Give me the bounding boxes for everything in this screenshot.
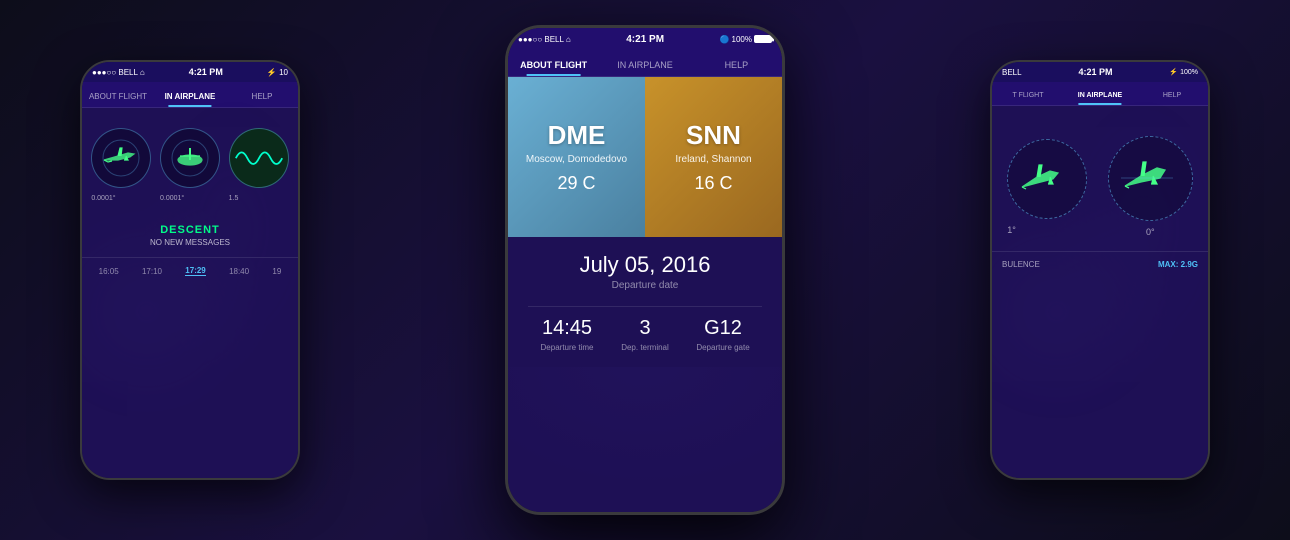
center-tab-airplane[interactable]: IN AIRPLANE: [599, 56, 690, 76]
left-gauge-circle-2: [160, 128, 220, 188]
departure-temp: 29 C: [557, 173, 595, 194]
center-time: 4:21 PM: [626, 34, 664, 45]
flight-date: July 05, 2016: [528, 252, 762, 278]
left-plane-icon-1: [96, 138, 146, 178]
center-nav: ABOUT FLIGHT IN AIRPLANE HELP: [508, 50, 782, 77]
dep-gate-label: Departure gate: [684, 343, 762, 352]
dep-terminal-label: Dep. terminal: [606, 343, 684, 352]
departure-city: Moscow, Domodedovo: [526, 154, 627, 165]
left-gauge-label-2: 0.0001°: [160, 195, 184, 202]
right-gauge-right-wrap: 0°: [1108, 136, 1193, 221]
departure-code: DME: [548, 120, 606, 151]
right-map-bg: [992, 62, 1208, 478]
right-gauge-left: [1007, 139, 1087, 219]
dep-gate-item: G12 Departure gate: [684, 317, 762, 352]
left-gauge-1: 0.0001°: [91, 128, 151, 188]
right-phone-screen: BELL 4:21 PM ⚡ 100% T FLIGHT IN AIRPLANE…: [992, 62, 1208, 478]
left-phone-screen: ●●●○○ BELL ⌂ 4:21 PM ⚡ 10 ABOUT FLIGHT I…: [82, 62, 298, 478]
left-gauge-label-3: 1.5: [229, 195, 239, 202]
right-plane-svg-right: [1113, 146, 1188, 211]
flight-details-row: 14:45 Departure time 3 Dep. terminal G12…: [528, 306, 762, 352]
right-phone: BELL 4:21 PM ⚡ 100% T FLIGHT IN AIRPLANE…: [990, 60, 1210, 480]
right-gauge-left-degree: 1°: [1007, 225, 1016, 235]
left-phone: ●●●○○ BELL ⌂ 4:21 PM ⚡ 10 ABOUT FLIGHT I…: [80, 60, 300, 480]
left-gauge-label-1: 0.0001°: [91, 195, 115, 202]
center-tab-help[interactable]: HELP: [691, 56, 782, 76]
dep-terminal-item: 3 Dep. terminal: [606, 317, 684, 352]
center-battery: 🔵 100%: [720, 35, 772, 44]
right-gauge-left-wrap: 1°: [1007, 139, 1087, 219]
dep-gate-value: G12: [684, 317, 762, 340]
flight-date-label: Departure date: [528, 280, 762, 291]
dep-time-item: 14:45 Departure time: [528, 317, 606, 352]
center-signal: ●●●○○ BELL ⌂: [518, 35, 571, 44]
right-gauge-right: [1108, 136, 1193, 221]
dep-time-value: 14:45: [528, 317, 606, 340]
left-gauge-wave: [229, 128, 289, 188]
arrival-city: Ireland, Shannon: [675, 154, 751, 165]
arrival-temp: 16 C: [694, 173, 732, 194]
scene: ●●●○○ BELL ⌂ 4:21 PM ⚡ 10 ABOUT FLIGHT I…: [0, 0, 1290, 540]
left-gauges: 0.0001° 0.0001°: [82, 118, 298, 214]
left-plane-icon-2: [165, 138, 215, 178]
right-gauge-right-degree: 0°: [1146, 227, 1155, 237]
left-wave-icon: [230, 135, 288, 181]
center-tab-about[interactable]: ABOUT FLIGHT: [508, 56, 599, 76]
arrival-code: SNN: [686, 120, 741, 151]
dep-terminal-value: 3: [606, 317, 684, 340]
center-phone-screen: ●●●○○ BELL ⌂ 4:21 PM 🔵 100% ABOUT FLIGHT…: [508, 28, 782, 512]
left-gauge-2: 0.0001°: [160, 128, 220, 188]
dep-time-label: Departure time: [528, 343, 606, 352]
left-gauge-circle-1: [91, 128, 151, 188]
flight-info: July 05, 2016 Departure date 14:45 Depar…: [508, 237, 782, 367]
left-gauge-3: 1.5: [229, 128, 289, 188]
right-plane-svg-left: [1012, 149, 1082, 209]
center-phone: ●●●○○ BELL ⌂ 4:21 PM 🔵 100% ABOUT FLIGHT…: [505, 25, 785, 515]
center-status-bar: ●●●○○ BELL ⌂ 4:21 PM 🔵 100%: [508, 28, 782, 50]
